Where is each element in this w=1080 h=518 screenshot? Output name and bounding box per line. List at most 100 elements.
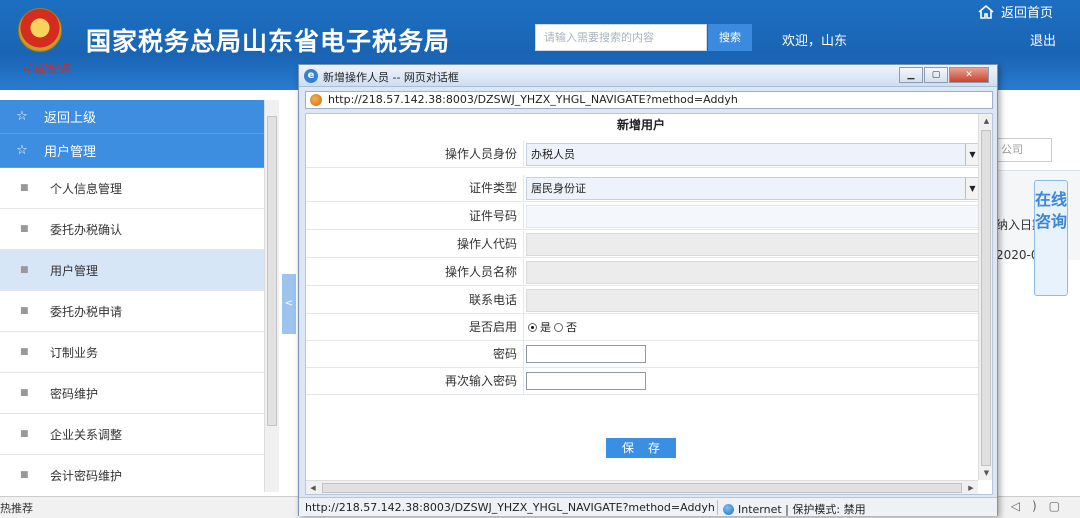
- sidebar-item-delegation-apply[interactable]: ■ 委托办税申请: [0, 291, 264, 332]
- sidebar-item-label: 委托办税申请: [50, 304, 123, 319]
- bullet-icon: ■: [20, 388, 29, 398]
- company-field[interactable]: 公司: [996, 138, 1052, 162]
- ie-icon: e: [304, 69, 318, 83]
- logout-link[interactable]: 退出: [1030, 30, 1056, 49]
- bullet-icon: ■: [20, 306, 29, 316]
- dialog-content: 新增用户 操作人员身份 办税人员 ▼ 证件类型 居民身份证 ▼ 证件号码 操作人代码…: [305, 113, 993, 495]
- sidebar-item-personal-info[interactable]: ■ 个人信息管理: [0, 168, 264, 209]
- password-input[interactable]: [526, 345, 646, 363]
- scrollbar-thumb[interactable]: [322, 483, 962, 493]
- sidebar-item-label: 个人信息管理: [50, 181, 123, 196]
- status-icons: ▢◁)▢: [987, 499, 1072, 513]
- phone-label: 联系电话: [306, 287, 524, 314]
- identity-select-value: 办税人员: [531, 148, 575, 161]
- security-zone: Internet | 保护模式: 禁用: [723, 501, 866, 517]
- sidebar-item-label: 企业关系调整: [50, 427, 123, 442]
- operator-name-label: 操作人员名称: [306, 259, 524, 286]
- cert-no-input[interactable]: [526, 205, 980, 228]
- form-row-identity: 操作人员身份 办税人员 ▼: [306, 141, 982, 168]
- form-title: 新增用户: [616, 118, 665, 132]
- sidebar-back-label: 返回上级: [44, 111, 97, 126]
- form-row-cert-no: 证件号码: [306, 203, 982, 230]
- enabled-label: 是否启用: [306, 314, 524, 341]
- home-link[interactable]: 返回首页: [977, 2, 1053, 21]
- form-row-cert-type: 证件类型 居民身份证 ▼: [306, 175, 982, 202]
- password-confirm-label: 再次输入密码: [306, 368, 524, 395]
- sidebar-section-label: 用户管理: [44, 145, 97, 160]
- home-icon: [978, 4, 994, 19]
- bullet-icon: ■: [20, 183, 29, 193]
- operator-name-input: [526, 261, 980, 284]
- form-row-phone: 联系电话: [306, 287, 982, 314]
- form-row-operator-name: 操作人员名称: [306, 259, 982, 286]
- internet-globe-icon: [723, 503, 734, 515]
- star-icon: ☆: [16, 143, 28, 158]
- dialog-address-bar[interactable]: http://218.57.142.38:8003/DZSWJ_YHZX_YHG…: [305, 91, 993, 109]
- sidebar-item-custom-service[interactable]: ■ 订制业务: [0, 332, 264, 373]
- identity-label: 操作人员身份: [306, 141, 524, 168]
- status-text: 热推荐: [0, 502, 33, 515]
- enabled-yes-label: 是: [540, 321, 551, 334]
- maximize-button[interactable]: ▢: [924, 67, 948, 83]
- sidebar-scrollbar[interactable]: [264, 100, 279, 492]
- sidebar: ☆ 返回上级 ☆ 用户管理 ■ 个人信息管理 ■ 委托办税确认 ■ 用户管理 ■ 委托办…: [0, 100, 264, 492]
- sidebar-item-label: 委托办税确认: [50, 222, 123, 237]
- bullet-icon: ■: [20, 265, 29, 275]
- status-url: http://218.57.142.38:8003/DZSWJ_YHZX_YHG…: [305, 501, 715, 514]
- form-row-password-confirm: 再次输入密码: [306, 368, 982, 395]
- bullet-icon: ■: [20, 347, 29, 357]
- site-title: 国家税务总局山东省电子税务局: [86, 27, 451, 56]
- operator-code-input: [526, 233, 980, 256]
- search-button[interactable]: 搜索: [708, 24, 752, 51]
- sidebar-item-label: 用户管理: [50, 263, 99, 278]
- scrollbar-thumb[interactable]: [981, 130, 991, 466]
- dialog-titlebar[interactable]: e 新增操作人员 -- 网页对话框 ▁ ▢ ✕: [299, 65, 997, 87]
- dropdown-arrow-icon[interactable]: ▼: [965, 178, 979, 199]
- close-button[interactable]: ✕: [949, 67, 989, 83]
- cert-type-select[interactable]: 居民身份证 ▼: [526, 177, 980, 200]
- status-divider: [717, 500, 718, 515]
- bullet-icon: ■: [20, 429, 29, 439]
- dialog-status-bar: http://218.57.142.38:8003/DZSWJ_YHZX_YHG…: [299, 497, 997, 516]
- page-icon: [310, 94, 322, 106]
- scroll-down-icon[interactable]: ▼: [979, 466, 992, 480]
- sidebar-item-user-management[interactable]: ■ 用户管理: [0, 250, 264, 291]
- scrollbar-thumb[interactable]: [267, 116, 277, 426]
- sidebar-item-enterprise-relation[interactable]: ■ 企业关系调整: [0, 414, 264, 455]
- online-consult-button[interactable]: 在线咨询: [1034, 180, 1068, 296]
- calligraphy-logo: 中国税务: [22, 62, 71, 76]
- enabled-yes-radio[interactable]: [528, 322, 537, 332]
- save-button[interactable]: 保存: [606, 438, 676, 458]
- search-input[interactable]: 请输入需要搜索的内容: [535, 24, 707, 51]
- dropdown-arrow-icon[interactable]: ▼: [965, 144, 979, 165]
- sidebar-item-label: 订制业务: [50, 345, 99, 360]
- sidebar-item-password[interactable]: ■ 密码维护: [0, 373, 264, 414]
- sidebar-back[interactable]: ☆ 返回上级: [0, 100, 264, 134]
- enabled-no-radio[interactable]: [554, 322, 563, 332]
- sidebar-item-delegation-confirm[interactable]: ■ 委托办税确认: [0, 209, 264, 250]
- form-row-password: 密码: [306, 341, 982, 368]
- identity-select[interactable]: 办税人员 ▼: [526, 143, 980, 166]
- sidebar-section-user-management[interactable]: ☆ 用户管理: [0, 134, 264, 168]
- sidebar-collapse-button[interactable]: <: [282, 274, 296, 334]
- cert-type-select-value: 居民身份证: [531, 182, 586, 195]
- dialog-vertical-scrollbar[interactable]: ▲ ▼: [978, 114, 992, 480]
- add-operator-dialog: e 新增操作人员 -- 网页对话框 ▁ ▢ ✕ http://218.57.14…: [298, 64, 998, 516]
- phone-input: [526, 289, 980, 312]
- sidebar-item-accounting-password[interactable]: ■ 会计密码维护: [0, 455, 264, 492]
- sidebar-item-label: 密码维护: [50, 386, 99, 401]
- scroll-left-icon[interactable]: ◀: [306, 481, 320, 494]
- cert-no-label: 证件号码: [306, 203, 524, 230]
- welcome-text: 欢迎，山东: [782, 34, 848, 49]
- dialog-address-text: http://218.57.142.38:8003/DZSWJ_YHZX_YHG…: [328, 93, 738, 106]
- scroll-up-icon[interactable]: ▲: [979, 114, 992, 128]
- password-confirm-input[interactable]: [526, 372, 646, 390]
- dialog-horizontal-scrollbar[interactable]: ◀ ▶: [306, 480, 978, 494]
- bullet-icon: ■: [20, 470, 29, 480]
- minimize-button[interactable]: ▁: [899, 67, 923, 83]
- scroll-right-icon[interactable]: ▶: [964, 481, 978, 494]
- form-row-enabled: 是否启用 是 否: [306, 314, 982, 341]
- security-zone-label: Internet | 保护模式: 禁用: [738, 503, 866, 516]
- cert-type-label: 证件类型: [306, 175, 524, 202]
- operator-code-label: 操作人代码: [306, 231, 524, 258]
